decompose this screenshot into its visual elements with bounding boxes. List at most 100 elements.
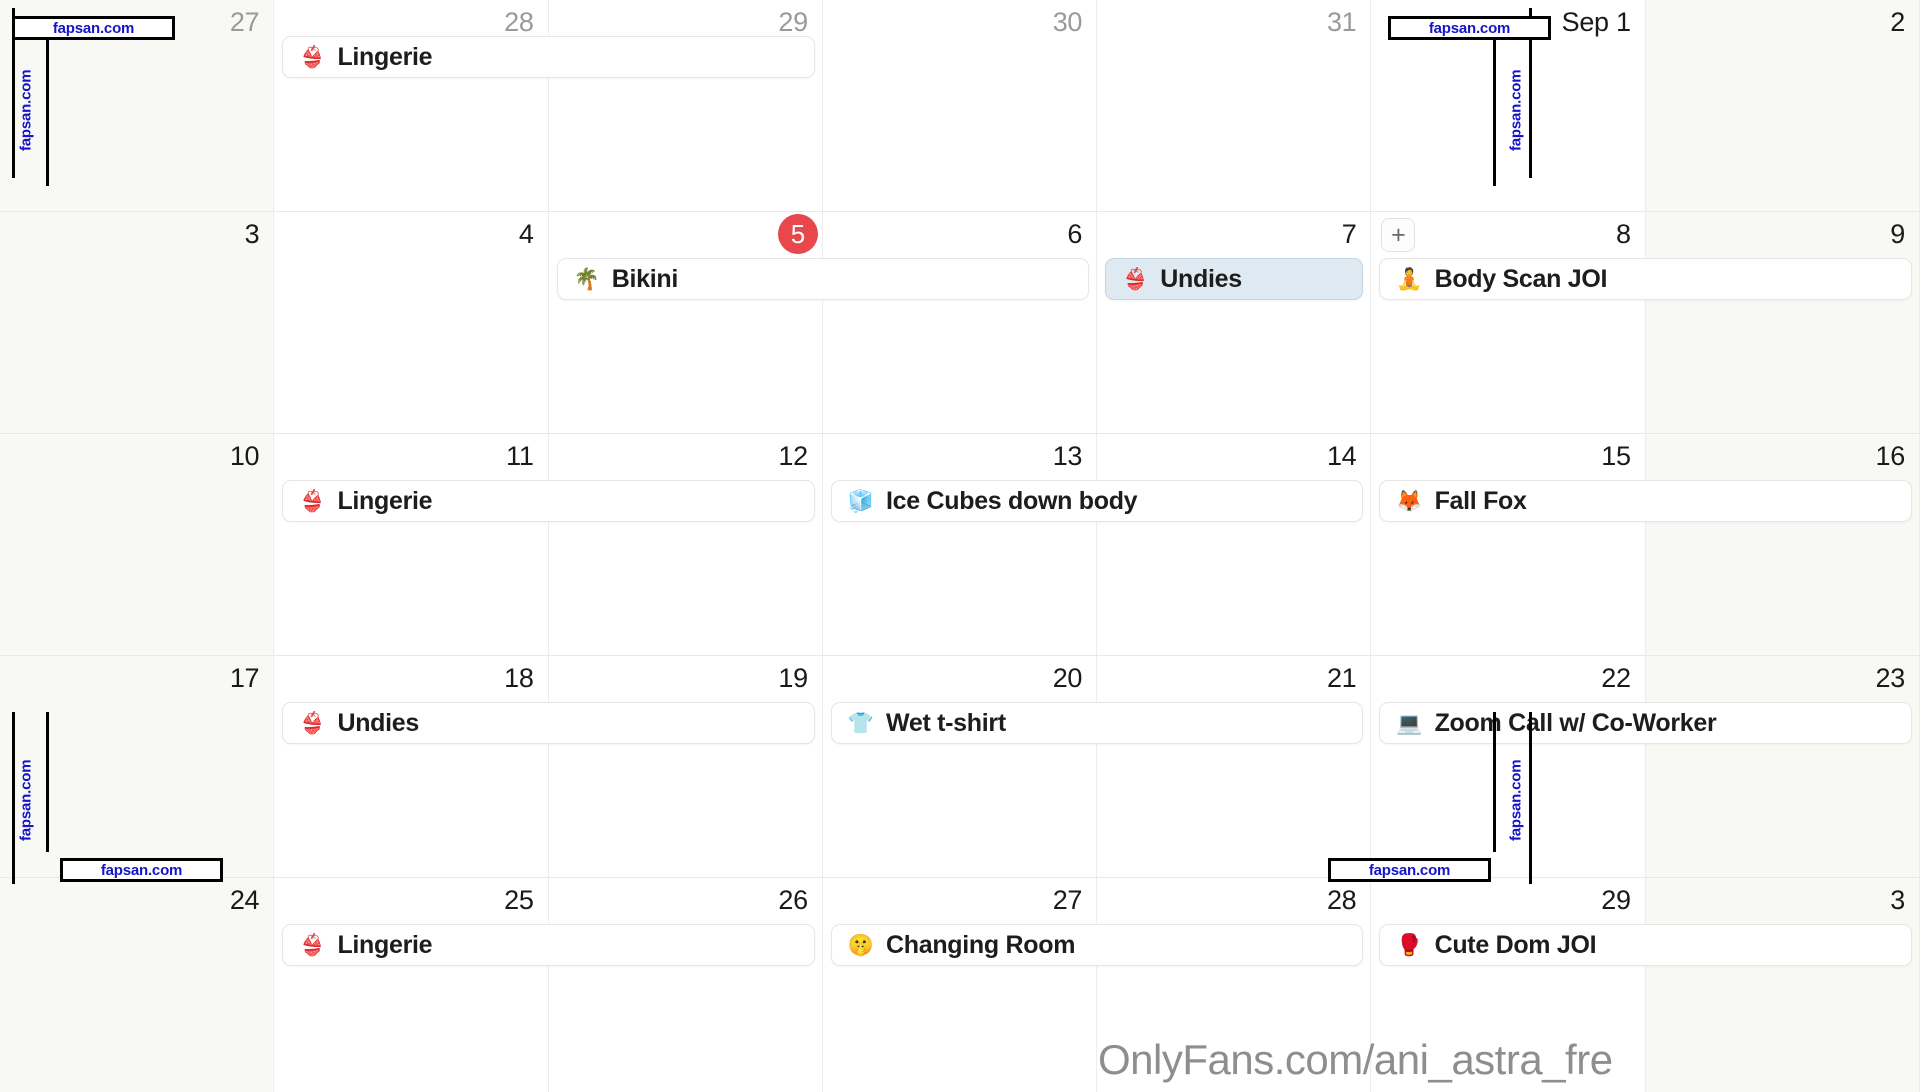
day-number: 12 <box>778 441 808 471</box>
event-chip[interactable]: 🦊 Fall Fox <box>1379 480 1912 522</box>
day-cell[interactable]: Sep 1 <box>1371 0 1646 211</box>
day-cell[interactable]: 13 <box>822 434 1098 655</box>
day-number: 3 <box>1890 885 1905 915</box>
event-chip[interactable]: 🥊 Cute Dom JOI <box>1379 924 1912 966</box>
day-cell[interactable]: 24 <box>0 878 275 1092</box>
event-title: Zoom Call w/ Co-Worker <box>1434 708 1717 737</box>
day-cell[interactable]: 28 <box>274 0 549 211</box>
day-cell[interactable]: 2 <box>1645 0 1920 211</box>
week-row: 27 28 29 30 31 Sep 1 2 👙 Lingerie <box>0 0 1920 212</box>
day-number: 29 <box>778 7 808 37</box>
event-chip[interactable]: 💻 Zoom Call w/ Co-Worker <box>1379 702 1912 744</box>
day-number: 7 <box>1341 219 1357 249</box>
event-chip[interactable]: 👙 Lingerie <box>282 480 815 522</box>
day-cell[interactable]: 18 <box>274 656 549 877</box>
day-number: Sep 1 <box>1561 7 1631 37</box>
day-number: 4 <box>518 219 534 249</box>
event-title: Wet t-shirt <box>886 708 1006 737</box>
day-cell[interactable]: 25 <box>274 878 549 1092</box>
week-row: 3 4 5 6 7 +8 9 🌴 Bikini 👙 Undies 🧘 Body Scan JOI <box>0 212 1920 434</box>
day-cell[interactable]: 16 <box>1645 434 1920 655</box>
event-title: Fall Fox <box>1434 486 1527 515</box>
day-number: 26 <box>778 885 808 915</box>
day-number: 9 <box>1890 219 1905 249</box>
day-cell[interactable]: 17 <box>0 656 275 877</box>
fox-icon: 🦊 <box>1396 489 1423 513</box>
boxing-glove-icon: 🥊 <box>1396 933 1423 957</box>
event-chip[interactable]: 👕 Wet t-shirt <box>830 702 1364 744</box>
day-number: 10 <box>229 441 260 471</box>
day-cell[interactable]: 5 <box>548 212 823 433</box>
day-cell[interactable]: +8 <box>1371 212 1646 433</box>
event-chip[interactable]: 👙 Lingerie <box>282 924 815 966</box>
day-number: 2 <box>1890 7 1905 37</box>
day-number: 18 <box>504 663 534 693</box>
day-cell[interactable]: 21 <box>1097 656 1372 877</box>
day-cell[interactable]: 23 <box>1645 656 1920 877</box>
day-cell[interactable]: 9 <box>1645 212 1920 433</box>
day-cell[interactable]: 14 <box>1097 434 1372 655</box>
add-event-button[interactable]: + <box>1381 218 1416 252</box>
day-number: 25 <box>504 885 534 915</box>
laptop-icon: 💻 <box>1396 711 1423 735</box>
week-row: 10 11 12 13 14 15 16 👙 Lingerie 🧊 Ice Cubes down b… <box>0 434 1920 656</box>
event-chip[interactable]: 🧘 Body Scan JOI <box>1379 258 1912 300</box>
day-cell[interactable]: 7 <box>1097 212 1372 433</box>
event-title: Lingerie <box>337 930 433 959</box>
month-calendar-grid: 27 28 29 30 31 Sep 1 2 👙 Lingerie 3 4 5 6 7 +8 9 🌴 Bikini… <box>0 0 1920 1092</box>
day-number: 30 <box>1052 7 1083 37</box>
day-number: 16 <box>1875 441 1906 471</box>
day-number: 19 <box>778 663 808 693</box>
event-title: Undies <box>1160 264 1242 293</box>
day-number: 15 <box>1601 441 1631 471</box>
day-cell[interactable]: 27 <box>822 878 1098 1092</box>
day-number: 22 <box>1601 663 1631 693</box>
event-chip-selected[interactable]: 👙 Undies <box>1105 258 1364 300</box>
person-meditating-icon: 🧘 <box>1396 267 1423 291</box>
day-cell[interactable]: 30 <box>822 0 1098 211</box>
day-cell[interactable]: 20 <box>822 656 1098 877</box>
day-cell[interactable]: 29 <box>1371 878 1646 1092</box>
day-cell[interactable]: 27 <box>0 0 275 211</box>
day-number: 27 <box>1052 885 1083 915</box>
day-cell[interactable]: 3 <box>0 212 275 433</box>
day-cell[interactable]: 29 <box>548 0 823 211</box>
bikini-icon: 👙 <box>1122 267 1149 291</box>
bikini-icon: 👙 <box>299 933 326 957</box>
day-cell[interactable]: 19 <box>548 656 823 877</box>
day-number: 21 <box>1326 663 1357 693</box>
day-cell[interactable]: 11 <box>274 434 549 655</box>
week-row: 17 18 19 20 21 22 23 👙 Undies 👕 Wet t-shirt 💻 Zoom C… <box>0 656 1920 878</box>
day-cell[interactable]: 28 <box>1097 878 1372 1092</box>
day-cell[interactable]: 31 <box>1097 0 1372 211</box>
day-number: 6 <box>1067 219 1083 249</box>
day-number: 14 <box>1326 441 1357 471</box>
day-cell[interactable]: 10 <box>0 434 275 655</box>
day-number: 13 <box>1052 441 1083 471</box>
event-title: Changing Room <box>886 930 1076 959</box>
week-row: 24 25 26 27 28 29 3 👙 Lingerie 🤫 Changing Room 🥊 Cut… <box>0 878 1920 1092</box>
day-number: 31 <box>1326 7 1357 37</box>
event-chip[interactable]: 🧊 Ice Cubes down body <box>830 480 1364 522</box>
event-chip[interactable]: 🤫 Changing Room <box>830 924 1364 966</box>
event-title: Body Scan JOI <box>1434 264 1608 293</box>
event-chip[interactable]: 👙 Lingerie <box>282 36 815 78</box>
event-chip[interactable]: 🌴 Bikini <box>556 258 1090 300</box>
day-number: 29 <box>1601 885 1631 915</box>
shushing-face-icon: 🤫 <box>847 933 874 957</box>
day-cell[interactable]: 4 <box>274 212 549 433</box>
event-title: Lingerie <box>337 42 433 71</box>
event-chip[interactable]: 👙 Undies <box>282 702 815 744</box>
day-cell[interactable]: 22 <box>1371 656 1646 877</box>
bikini-icon: 👙 <box>299 45 326 69</box>
day-cell[interactable]: 15 <box>1371 434 1646 655</box>
bikini-icon: 👙 <box>299 711 326 735</box>
day-cell[interactable]: 12 <box>548 434 823 655</box>
day-number: 11 <box>506 441 534 471</box>
day-cell[interactable]: 6 <box>822 212 1098 433</box>
event-title: Bikini <box>611 264 679 293</box>
event-title: Lingerie <box>337 486 433 515</box>
day-cell[interactable]: 26 <box>548 878 823 1092</box>
day-number: 20 <box>1052 663 1083 693</box>
day-cell[interactable]: 3 <box>1645 878 1920 1092</box>
